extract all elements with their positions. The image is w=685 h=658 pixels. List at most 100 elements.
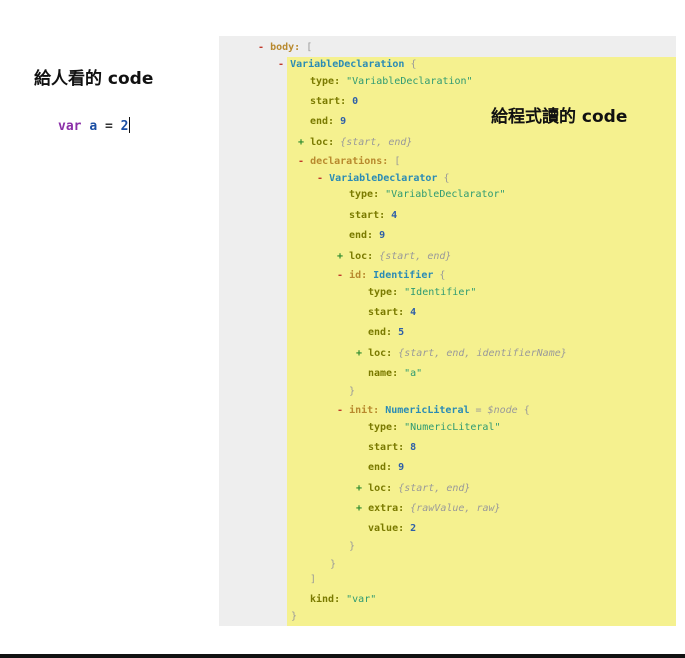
tree-key: start: (310, 96, 347, 107)
tree-key: end: (349, 230, 374, 241)
collapse-toggle[interactable]: - (278, 59, 284, 70)
node-type-name: VariableDeclarator (329, 173, 438, 184)
tree-key: value: (368, 523, 405, 534)
tree-key: id: (349, 270, 368, 281)
tree-brace: } (330, 559, 337, 570)
tree-key: loc: (368, 483, 393, 494)
tree-key: start: (368, 307, 405, 318)
tree-row-variable-declaration[interactable]: - VariableDeclaration { (278, 59, 417, 71)
machine-code-title: 給程式讀的 code (491, 107, 628, 127)
human-code-title: 給人看的 code (34, 69, 154, 89)
node-type-name: VariableDeclaration (290, 59, 405, 70)
tree-key: extra: (368, 503, 405, 514)
tree-row-end[interactable]: end: 5 (368, 327, 404, 339)
tree-summary: {rawValue, raw} (410, 503, 501, 514)
tree-value: 2 (410, 523, 417, 534)
tree-row-value[interactable]: value: 2 (368, 523, 416, 535)
tree-row-start[interactable]: start: 8 (368, 442, 416, 454)
tree-brace: } (291, 611, 298, 622)
tree-key: type: (310, 76, 341, 87)
tree-value: "a" (404, 368, 423, 379)
tree-bracket: [ (394, 156, 401, 167)
code-keyword: var (58, 119, 82, 134)
tree-value: "Identifier" (404, 287, 477, 298)
tree-row-start[interactable]: start: 4 (368, 307, 416, 319)
tree-row-id[interactable]: - id: Identifier { (337, 270, 445, 282)
tree-brace: { (439, 270, 446, 281)
tree-key: end: (368, 462, 393, 473)
collapse-toggle[interactable]: - (337, 270, 343, 281)
tree-bracket: ] (310, 574, 317, 585)
collapse-toggle[interactable]: - (317, 173, 323, 184)
code-operator: = (104, 119, 113, 134)
collapse-toggle[interactable]: - (258, 42, 264, 53)
tree-key: type: (349, 189, 380, 200)
node-type-name: NumericLiteral (385, 405, 470, 416)
tree-value: "VariableDeclaration" (346, 76, 473, 87)
tree-row-loc[interactable]: + loc: {start, end, identifierName} (356, 348, 567, 360)
tree-value: 5 (398, 327, 405, 338)
tree-row-end[interactable]: end: 9 (368, 462, 404, 474)
tree-key: end: (368, 327, 393, 338)
text-cursor (129, 117, 131, 133)
expand-toggle[interactable]: + (356, 503, 362, 514)
tree-brace: } (349, 541, 356, 552)
tree-row-type[interactable]: type: "VariableDeclaration" (310, 76, 473, 88)
tree-row-close-brace: } (349, 541, 355, 553)
tree-brace: } (349, 386, 356, 397)
tree-summary: {start, end} (379, 251, 452, 262)
tree-value: "NumericLiteral" (404, 422, 501, 433)
tree-row-close-brace: } (330, 559, 336, 571)
bottom-divider (0, 654, 685, 658)
expand-toggle[interactable]: + (356, 483, 362, 494)
tree-row-loc[interactable]: + loc: {start, end} (337, 251, 451, 263)
expand-toggle[interactable]: + (337, 251, 343, 262)
tree-row-close-bracket: ] (310, 574, 316, 586)
tree-row-end[interactable]: end: 9 (349, 230, 385, 242)
tree-row-extra[interactable]: + extra: {rawValue, raw} (356, 503, 501, 515)
tree-key: declarations: (310, 156, 389, 167)
code-number: 2 (120, 119, 129, 134)
tree-key: name: (368, 368, 399, 379)
tree-summary: {start, end} (398, 483, 471, 494)
collapse-toggle[interactable]: - (298, 156, 304, 167)
tree-key: loc: (349, 251, 374, 262)
tree-key: body: (270, 42, 301, 53)
tree-row-name[interactable]: name: "a" (368, 368, 422, 380)
tree-row-type[interactable]: type: "NumericLiteral" (368, 422, 500, 434)
tree-value: "var" (346, 594, 377, 605)
tree-row-type[interactable]: type: "Identifier" (368, 287, 476, 299)
tree-row-start[interactable]: start: 0 (310, 96, 358, 108)
tree-value: 4 (391, 210, 398, 221)
tree-value: 4 (410, 307, 417, 318)
tree-row-kind[interactable]: kind: "var" (310, 594, 376, 606)
tree-row-init[interactable]: - init: NumericLiteral = $node { (337, 405, 530, 417)
tree-row-loc[interactable]: + loc: {start, end} (356, 483, 470, 495)
collapse-toggle[interactable]: - (337, 405, 343, 416)
expand-toggle[interactable]: + (356, 348, 362, 359)
source-code-line[interactable]: var a = 2 (58, 117, 131, 134)
tree-row-body[interactable]: - body: [ (258, 42, 312, 54)
tree-value: 9 (398, 462, 405, 473)
tree-value: 9 (340, 116, 347, 127)
tree-row-close-brace: } (349, 386, 355, 398)
tree-key: type: (368, 287, 399, 298)
tree-summary: {start, end, identifierName} (398, 348, 567, 359)
tree-value: 8 (410, 442, 417, 453)
tree-key: loc: (310, 137, 335, 148)
code-identifier: a (89, 119, 98, 134)
node-type-name: Identifier (373, 270, 434, 281)
node-ref-label: = $node (475, 405, 518, 416)
tree-row-type[interactable]: type: "VariableDeclarator" (349, 189, 506, 201)
tree-row-loc[interactable]: + loc: {start, end} (298, 137, 412, 149)
tree-bracket: [ (306, 42, 313, 53)
tree-row-declarations[interactable]: - declarations: [ (298, 156, 400, 168)
tree-key: start: (368, 442, 405, 453)
tree-value: 0 (352, 96, 359, 107)
tree-row-end[interactable]: end: 9 (310, 116, 346, 128)
tree-row-start[interactable]: start: 4 (349, 210, 397, 222)
tree-brace: { (443, 173, 450, 184)
tree-key: start: (349, 210, 386, 221)
expand-toggle[interactable]: + (298, 137, 304, 148)
tree-row-variable-declarator[interactable]: - VariableDeclarator { (317, 173, 450, 185)
